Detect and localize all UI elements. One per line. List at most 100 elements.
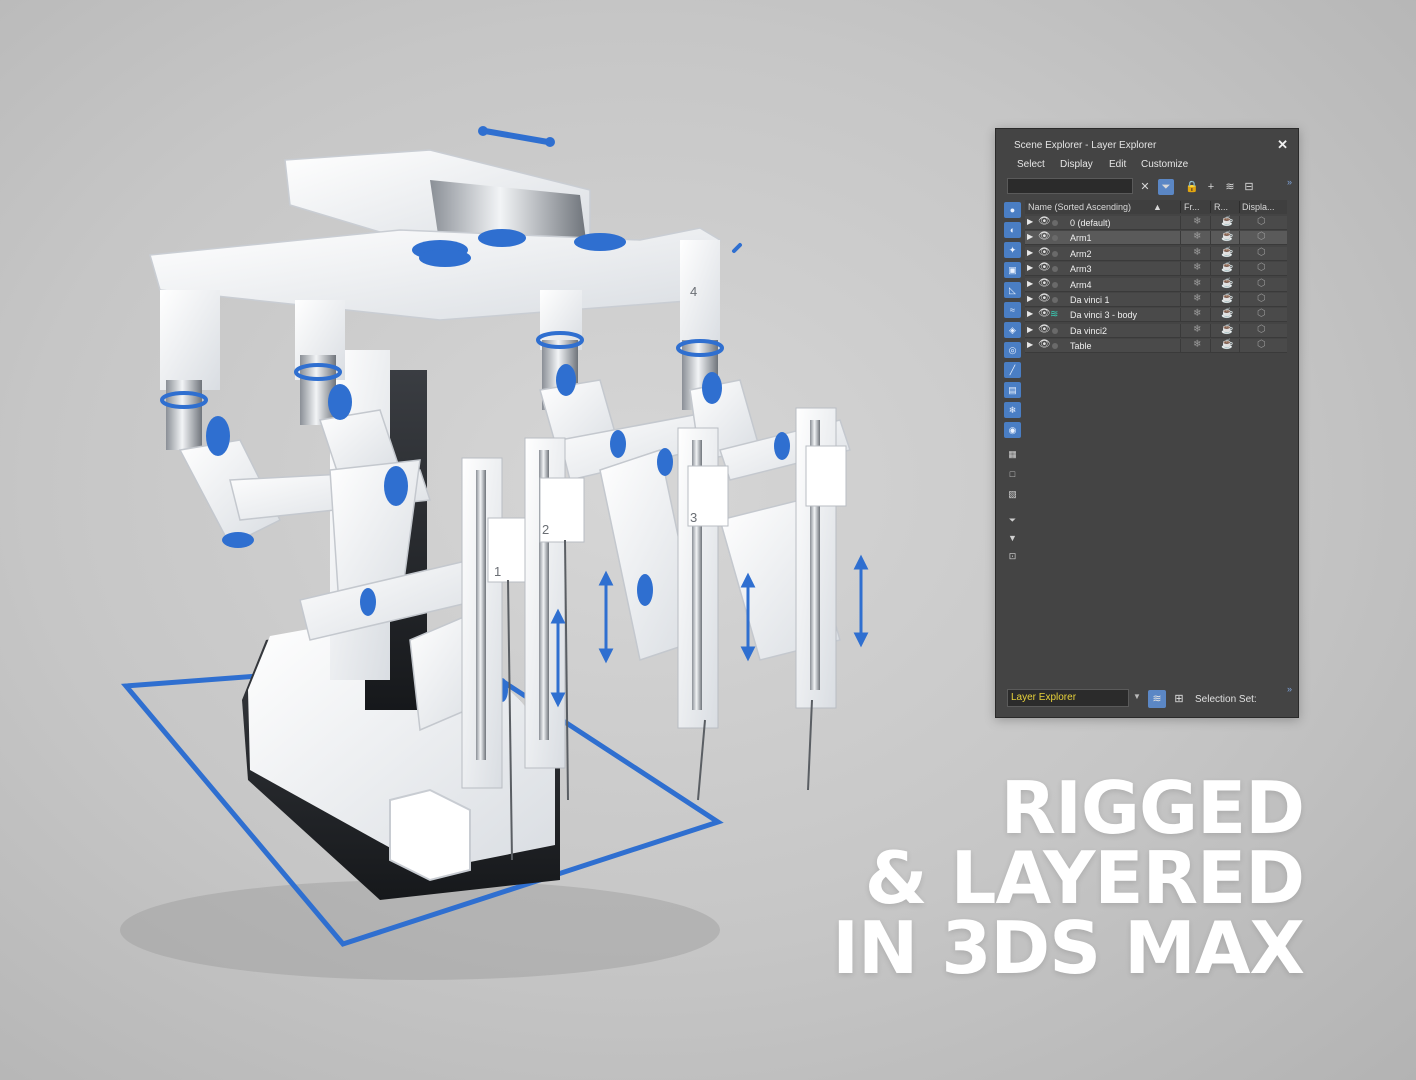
visibility-eye-icon[interactable]: 👁 xyxy=(1038,324,1051,335)
layer-row[interactable]: ▶ 👁 Arm3 ❄ ☕ ⬡ xyxy=(1025,262,1287,277)
display-box-icon[interactable]: ⬡ xyxy=(1257,278,1266,289)
expand-arrow-icon[interactable]: ▶ xyxy=(1027,325,1033,334)
filter-toggle-icon[interactable]: ⏷ xyxy=(1004,512,1021,528)
expand-arrow-icon[interactable]: ▶ xyxy=(1027,340,1033,349)
visibility-eye-icon[interactable]: 👁 xyxy=(1038,278,1051,289)
freeze-icon[interactable]: ❄ xyxy=(1193,293,1201,304)
layer-name[interactable]: Table xyxy=(1070,341,1092,351)
title-bar[interactable]: Scene Explorer - Layer Explorer ✕ xyxy=(996,129,1298,159)
visibility-eye-icon[interactable]: 👁 xyxy=(1038,308,1051,319)
layer-dot-icon[interactable] xyxy=(1052,266,1058,273)
visibility-eye-icon[interactable]: 👁 xyxy=(1038,293,1051,304)
display-box-icon[interactable]: ⬡ xyxy=(1257,324,1266,335)
expand-arrow-icon[interactable]: ▶ xyxy=(1027,263,1033,272)
render-teapot-icon[interactable]: ☕ xyxy=(1221,278,1233,289)
render-teapot-icon[interactable]: ☕ xyxy=(1221,216,1233,227)
layer-dot-icon[interactable] xyxy=(1052,297,1058,303)
display-helpers-icon[interactable]: ◺ xyxy=(1004,282,1021,298)
expand-arrow-icon[interactable]: ▶ xyxy=(1027,217,1033,226)
render-teapot-icon[interactable]: ☕ xyxy=(1221,339,1233,350)
display-hidden-icon[interactable]: ◉ xyxy=(1004,422,1021,438)
freeze-icon[interactable]: ❄ xyxy=(1193,324,1201,335)
menu-edit[interactable]: Edit xyxy=(1109,159,1126,170)
visibility-eye-icon[interactable]: 👁 xyxy=(1038,262,1051,273)
display-cameras-icon[interactable]: ▣ xyxy=(1004,262,1021,278)
display-groups-icon[interactable]: ◈ xyxy=(1004,322,1021,338)
display-box-icon[interactable]: ⬡ xyxy=(1257,293,1266,304)
visibility-eye-icon[interactable]: 👁 xyxy=(1038,216,1051,227)
display-box-icon[interactable]: ⬡ xyxy=(1257,231,1266,242)
col-name[interactable]: Name (Sorted Ascending) xyxy=(1028,202,1131,212)
layer-stack-icon[interactable]: ≋ xyxy=(1222,179,1238,195)
freeze-icon[interactable]: ❄ xyxy=(1193,231,1201,242)
chevron-down-icon[interactable]: ▼ xyxy=(1133,692,1141,701)
expand-arrow-icon[interactable]: ▶ xyxy=(1027,279,1033,288)
visibility-eye-icon[interactable]: 👁 xyxy=(1038,231,1051,242)
display-box-icon[interactable]: ⬡ xyxy=(1257,308,1266,319)
layer-name[interactable]: Arm2 xyxy=(1070,249,1092,259)
hierarchy-mode-icon[interactable]: ⊞ xyxy=(1170,690,1188,708)
expand-chevron-icon[interactable]: » xyxy=(1287,684,1292,694)
select-all-icon[interactable]: ▦ xyxy=(1004,446,1021,462)
select-invert-icon[interactable]: ▧ xyxy=(1004,486,1021,502)
render-teapot-icon[interactable]: ☕ xyxy=(1221,262,1233,273)
expand-arrow-icon[interactable]: ▶ xyxy=(1027,294,1033,303)
layer-name[interactable]: Da vinci2 xyxy=(1070,326,1107,336)
menu-customize[interactable]: Customize xyxy=(1141,159,1188,170)
display-box-icon[interactable]: ⬡ xyxy=(1257,247,1266,258)
layer-row[interactable]: ▶ 👁 ≋ Da vinci 3 - body ❄ ☕ ⬡ xyxy=(1025,308,1287,323)
display-xrefs-icon[interactable]: ◎ xyxy=(1004,342,1021,358)
layer-row[interactable]: ▶ 👁 Table ❄ ☕ ⬡ xyxy=(1025,339,1287,354)
freeze-icon[interactable]: ❄ xyxy=(1193,339,1201,350)
expand-arrow-icon[interactable]: ▶ xyxy=(1027,232,1033,241)
freeze-icon[interactable]: ❄ xyxy=(1193,308,1201,319)
visibility-eye-icon[interactable]: 👁 xyxy=(1038,339,1051,350)
layer-row[interactable]: ▶ 👁 0 (default) ❄ ☕ ⬡ xyxy=(1025,216,1287,230)
add-to-layer-icon[interactable]: + xyxy=(1203,179,1219,195)
display-box-icon[interactable]: ⬡ xyxy=(1257,216,1266,227)
close-icon[interactable]: ✕ xyxy=(1277,137,1288,153)
render-teapot-icon[interactable]: ☕ xyxy=(1221,247,1233,258)
layer-dot-icon[interactable] xyxy=(1052,235,1058,242)
render-teapot-icon[interactable]: ☕ xyxy=(1221,231,1233,242)
display-spacewarps-icon[interactable]: ≈ xyxy=(1004,302,1021,318)
expand-chevron-icon[interactable]: » xyxy=(1287,177,1292,187)
layer-row[interactable]: ▶ 👁 Arm2 ❄ ☕ ⬡ xyxy=(1025,246,1287,261)
col-render[interactable]: R... xyxy=(1214,202,1228,212)
visibility-eye-icon[interactable]: 👁 xyxy=(1038,247,1051,258)
hierarchy-icon[interactable]: ⊟ xyxy=(1241,179,1257,195)
layer-mode-icon[interactable]: ≋ xyxy=(1148,690,1166,708)
layer-row[interactable]: ▶ 👁 Da vinci2 ❄ ☕ ⬡ xyxy=(1025,323,1287,338)
freeze-icon[interactable]: ❄ xyxy=(1193,262,1201,273)
lock-icon[interactable]: 🔒 xyxy=(1184,179,1200,195)
search-input[interactable] xyxy=(1007,178,1133,194)
clear-search-icon[interactable]: ✕ xyxy=(1137,179,1153,195)
layer-row[interactable]: ▶ 👁 Da vinci 1 ❄ ☕ ⬡ xyxy=(1025,293,1287,307)
display-geometry-icon[interactable]: ● xyxy=(1004,202,1021,218)
layer-dot-icon[interactable] xyxy=(1052,327,1058,334)
freeze-icon[interactable]: ❄ xyxy=(1193,216,1201,227)
current-layer-icon[interactable]: ≋ xyxy=(1050,309,1058,320)
explorer-type-dropdown[interactable]: Layer Explorer xyxy=(1007,689,1129,707)
freeze-icon[interactable]: ❄ xyxy=(1193,278,1201,289)
layer-name[interactable]: Da vinci 3 - body xyxy=(1070,310,1137,320)
display-lights-icon[interactable]: ✦ xyxy=(1004,242,1021,258)
layer-name[interactable]: Arm1 xyxy=(1070,233,1092,243)
layer-dot-icon[interactable] xyxy=(1052,343,1058,350)
display-frozen-icon[interactable]: ❄ xyxy=(1004,402,1021,418)
layer-row[interactable]: ▶ 👁 Arm4 ❄ ☕ ⬡ xyxy=(1025,277,1287,292)
render-teapot-icon[interactable]: ☕ xyxy=(1221,308,1233,319)
layer-row[interactable]: ▶ 👁 Arm1 ❄ ☕ ⬡ xyxy=(1025,231,1287,246)
filter-icon[interactable]: ⏷ xyxy=(1158,179,1174,195)
display-shapes-icon[interactable]: ◐ xyxy=(1004,222,1021,238)
display-box-icon[interactable]: ⬡ xyxy=(1257,339,1266,350)
display-containers-icon[interactable]: ▤ xyxy=(1004,382,1021,398)
render-teapot-icon[interactable]: ☕ xyxy=(1221,324,1233,335)
layer-dot-icon[interactable] xyxy=(1052,250,1058,257)
folder-icon[interactable]: ⊡ xyxy=(1004,548,1021,564)
select-none-icon[interactable]: □ xyxy=(1004,466,1021,482)
menu-select[interactable]: Select xyxy=(1017,159,1045,170)
layer-name[interactable]: 0 (default) xyxy=(1070,218,1111,228)
layer-dot-icon[interactable] xyxy=(1052,281,1058,288)
filter-funnel-icon[interactable]: ▼ xyxy=(1004,530,1021,546)
